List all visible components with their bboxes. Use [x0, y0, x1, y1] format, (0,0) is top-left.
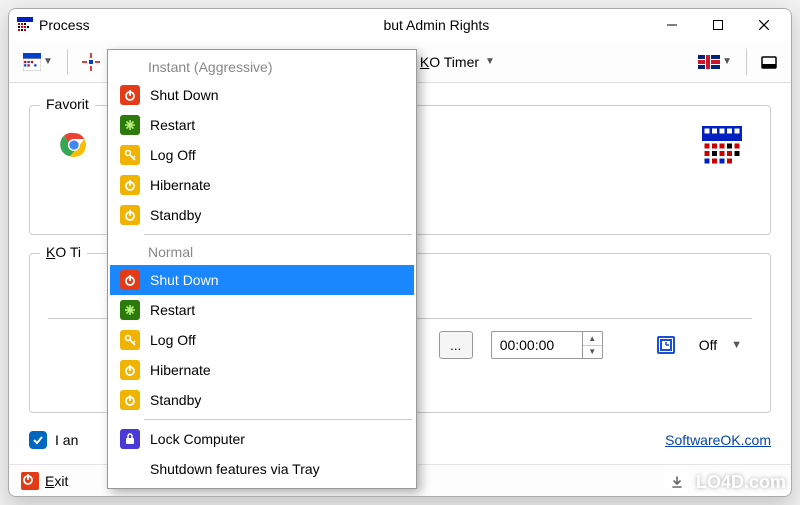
target-button[interactable] — [76, 47, 106, 77]
menu-item-instant-logoff[interactable]: Log Off — [110, 140, 414, 170]
menu-item-tray-features[interactable]: Shutdown features via Tray — [110, 454, 414, 484]
menu-header-instant: Instant (Aggressive) — [110, 54, 414, 80]
lock-icon — [120, 429, 140, 449]
time-input[interactable]: 00:00:00 ▲ ▼ — [491, 331, 603, 359]
key-icon — [120, 330, 140, 350]
chrome-icon[interactable] — [58, 129, 90, 164]
menu-item-label: Shut Down — [150, 87, 218, 103]
menu-item-instant-hibernate[interactable]: Hibernate — [110, 170, 414, 200]
chevron-down-icon: ▼ — [731, 339, 742, 351]
app-icon — [17, 17, 33, 33]
ellipsis-button[interactable]: ... — [439, 331, 473, 359]
menu-item-normal-logoff[interactable]: Log Off — [110, 325, 414, 355]
favorites-label: Favorit — [40, 96, 95, 112]
power-icon — [120, 360, 140, 380]
language-button[interactable]: ▼ — [692, 47, 738, 77]
power-icon — [120, 270, 140, 290]
menu-item-label: Restart — [150, 117, 195, 133]
menu-separator — [144, 419, 412, 420]
menu-item-instant-shutdown[interactable]: Shut Down — [110, 80, 414, 110]
chevron-down-icon: ▼ — [722, 56, 732, 67]
tray-button[interactable] — [755, 47, 783, 77]
power-menu: Instant (Aggressive) Shut Down Restart L… — [107, 49, 417, 489]
spin-down-icon[interactable]: ▼ — [583, 346, 602, 359]
chevron-down-icon: ▼ — [485, 56, 495, 67]
separator — [67, 49, 68, 75]
menu-item-label: Hibernate — [150, 177, 211, 193]
menu-item-label: Standby — [150, 392, 201, 408]
ko-timer-label: KO Timer — [420, 54, 479, 70]
chevron-down-icon: ▼ — [43, 56, 53, 67]
time-spinner[interactable]: ▲ ▼ — [582, 332, 602, 358]
menu-item-label: Hibernate — [150, 362, 211, 378]
exit-button[interactable]: Exit — [45, 473, 68, 489]
grid-view-button[interactable]: ▼ — [17, 47, 59, 77]
menu-separator — [144, 234, 412, 235]
menu-item-normal-standby[interactable]: Standby — [110, 385, 414, 415]
titlebar: Process but Admin Rights — [9, 9, 791, 41]
confirm-checkbox[interactable] — [29, 431, 47, 449]
blank-icon — [120, 459, 140, 479]
menu-header-normal: Normal — [110, 239, 414, 265]
time-value: 00:00:00 — [492, 337, 582, 353]
ellipsis-label: ... — [450, 338, 461, 353]
flag-uk-icon — [698, 55, 720, 69]
power-icon — [120, 85, 140, 105]
separator — [746, 49, 747, 75]
menu-item-instant-restart[interactable]: Restart — [110, 110, 414, 140]
menu-item-label: Lock Computer — [150, 431, 245, 447]
processko-icon[interactable] — [702, 126, 742, 166]
menu-item-label: Restart — [150, 302, 195, 318]
menu-item-label: Shut Down — [150, 272, 218, 288]
restart-icon — [120, 115, 140, 135]
maximize-button[interactable] — [695, 10, 741, 40]
confirm-label-prefix: I an — [55, 432, 78, 448]
timer-state-dropdown[interactable]: Off ▼ — [693, 337, 748, 353]
timer-state-label: Off — [699, 337, 717, 353]
menu-item-instant-standby[interactable]: Standby — [110, 200, 414, 230]
menu-item-lock[interactable]: Lock Computer — [110, 424, 414, 454]
close-button[interactable] — [741, 10, 787, 40]
power-icon — [120, 390, 140, 410]
main-window: Process but Admin Rights ▼ — [8, 8, 792, 497]
menu-item-label: Log Off — [150, 147, 196, 163]
power-icon — [120, 175, 140, 195]
menu-item-label: Standby — [150, 207, 201, 223]
menu-item-normal-shutdown[interactable]: Shut Down — [110, 265, 414, 295]
key-icon — [120, 145, 140, 165]
power-icon — [21, 472, 39, 490]
spin-up-icon[interactable]: ▲ — [583, 332, 602, 346]
clock-icon[interactable] — [657, 336, 675, 354]
softwareok-link[interactable]: SoftwareOK.com — [665, 432, 771, 448]
window-title: Process but Admin Rights — [39, 17, 649, 33]
menu-item-normal-hibernate[interactable]: Hibernate — [110, 355, 414, 385]
menu-item-label: Log Off — [150, 332, 196, 348]
menu-item-normal-restart[interactable]: Restart — [110, 295, 414, 325]
minimize-button[interactable] — [649, 10, 695, 40]
restart-icon — [120, 300, 140, 320]
power-icon — [120, 205, 140, 225]
ko-timer-group-label: KO Ti — [40, 244, 87, 260]
menu-item-label: Shutdown features via Tray — [150, 461, 320, 477]
ko-timer-menu-button[interactable]: KO Timer ▼ — [414, 47, 501, 77]
